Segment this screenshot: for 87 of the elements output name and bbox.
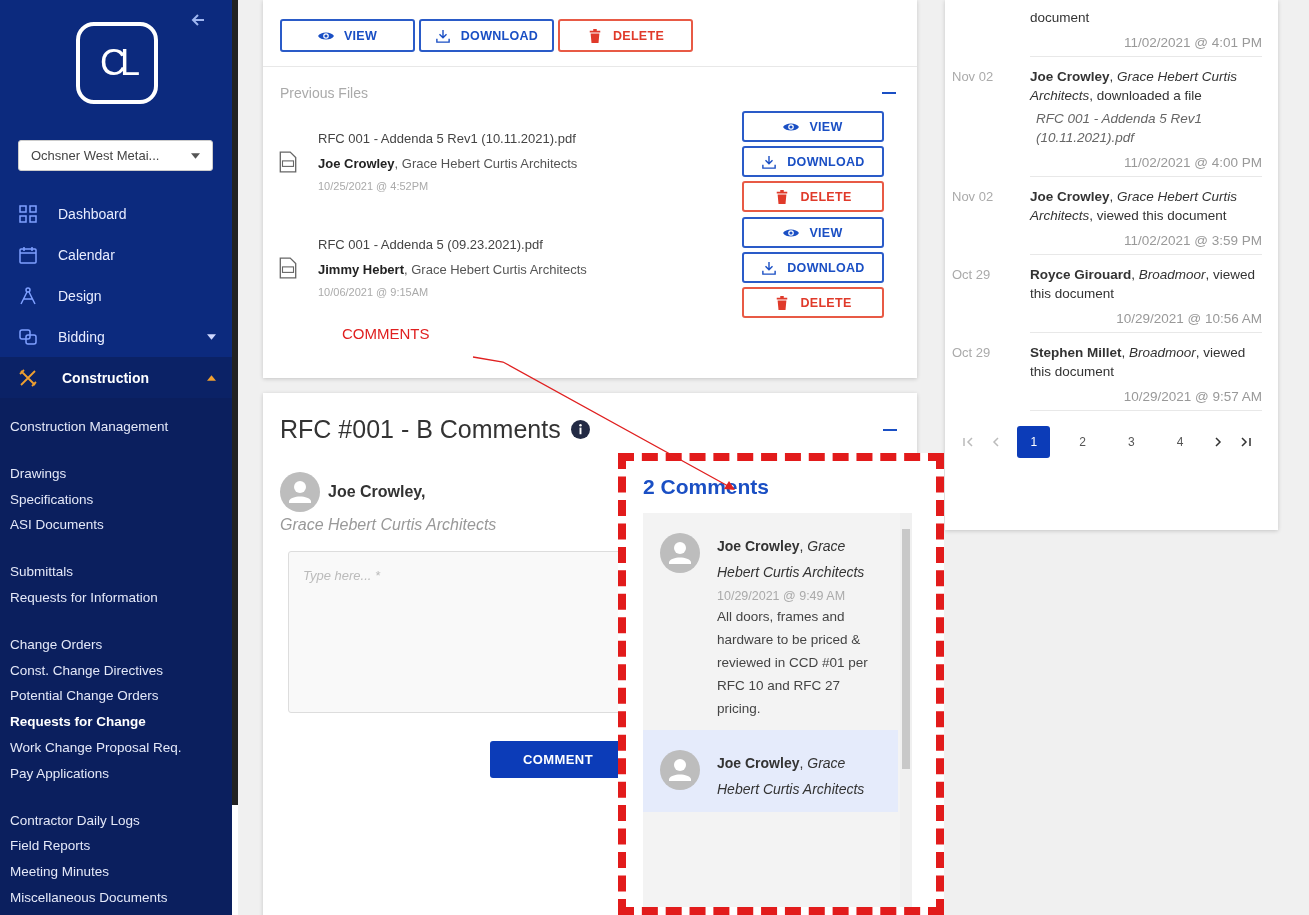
activity-date: Nov 02 [952, 189, 994, 204]
submenu-item[interactable]: Contractor Daily Logs [0, 807, 232, 834]
grid-icon [18, 203, 38, 224]
author-name: Jimmy Hebert [318, 262, 404, 277]
file-icon [278, 150, 298, 173]
delete-button[interactable]: DELETE [742, 181, 884, 212]
popup-heading: 2 Comments [643, 475, 771, 499]
submenu-item[interactable]: Field Reports [0, 833, 232, 860]
last-page-icon[interactable] [1239, 436, 1252, 448]
submenu-item[interactable]: Meeting Minutes [0, 859, 232, 885]
activity-time: 11/02/2021 @ 3:59 PM [1122, 233, 1262, 248]
activity-time: 11/02/2021 @ 4:00 PM [1122, 155, 1262, 170]
nav-item[interactable]: Calendar [0, 234, 232, 275]
download-icon [434, 28, 451, 43]
calendar-icon [18, 244, 38, 265]
page-button[interactable]: 3 [1114, 426, 1148, 458]
file-name: RFC 001 - Addenda 5 Rev1 (10.11.2021).pdf [318, 131, 577, 146]
activity-text: document [1030, 9, 1091, 27]
view-button[interactable]: VIEW [280, 19, 415, 52]
view-button[interactable]: VIEW [742, 111, 884, 142]
submenu-item[interactable]: Potential Change Orders [0, 683, 232, 710]
file-icon [278, 256, 298, 279]
download-button[interactable]: DOWNLOAD [419, 19, 554, 52]
submenu-item[interactable]: Const. Change Directives [0, 657, 232, 684]
submenu-item[interactable]: ASI Documents [0, 512, 232, 539]
nav-item[interactable]: Design [0, 275, 232, 316]
activity-text: Royce Girouard, Broadmoor, viewed this document [1030, 266, 1257, 303]
user-name: Joe Crowley, [328, 483, 426, 501]
submenu-item[interactable]: Pay Applications [0, 760, 232, 787]
submenu-item[interactable]: Specifications [0, 486, 232, 513]
file-name: RFC 001 - Addenda 5 Rev1 (10.11.2021).pdf [1036, 110, 1204, 147]
page-button[interactable]: 2 [1066, 426, 1100, 458]
scrollbar-thumb[interactable] [232, 805, 238, 915]
activity-time: 10/29/2021 @ 10:56 AM [1115, 311, 1262, 326]
download-button[interactable]: DOWNLOAD [742, 252, 884, 283]
submenu-item[interactable]: Drawings [0, 460, 232, 487]
submenu-item[interactable]: Miscellaneous Documents [0, 884, 232, 911]
comment-item[interactable]: Joe Crowley, Grace Hebert Curtis Architects [643, 730, 898, 812]
activity-time: 10/29/2021 @ 9:57 AM [1122, 389, 1262, 404]
logo: CL [76, 22, 158, 104]
submenu-item[interactable]: Change Orders [0, 631, 232, 658]
comment-time: 10/29/2021 @ 9:49 AM [717, 589, 847, 603]
activity-date: Oct 29 [952, 267, 991, 282]
submenu-item[interactable]: Requests for Change [0, 709, 232, 735]
collapse-icon[interactable] [882, 91, 896, 95]
download-icon [761, 154, 778, 169]
file-name: RFC 001 - Addenda 5 (09.23.2021).pdf [318, 237, 544, 252]
nav-item[interactable]: Bidding [0, 316, 232, 357]
submenu-item[interactable]: Work Change Proposal Req. [0, 734, 232, 761]
view-button[interactable]: VIEW [742, 217, 884, 248]
section-title: Previous Files [280, 85, 368, 101]
compass-icon [18, 285, 38, 306]
page-button[interactable]: 4 [1163, 426, 1197, 458]
file-date: 10/06/2021 @ 9:15AM [318, 286, 430, 298]
project-select[interactable]: Ochsner West Metai... [18, 140, 213, 171]
card-title: RFC #001 - B Comments [280, 415, 561, 444]
download-button[interactable]: DOWNLOAD [742, 146, 884, 177]
delete-button[interactable]: DELETE [558, 19, 693, 52]
avatar-icon [660, 750, 700, 790]
tools-icon [18, 367, 38, 388]
activity-date: Nov 02 [952, 69, 994, 84]
submenu-item[interactable]: Construction Management [0, 414, 232, 440]
activity-date: Oct 29 [952, 345, 991, 360]
user-company: Grace Hebert Curtis Architects [280, 516, 498, 534]
submenu-item[interactable]: Requests for Information [0, 585, 232, 611]
company-name: , Grace Hebert Curtis Architects [394, 156, 578, 171]
page-button[interactable]: 1 [1017, 426, 1051, 458]
author-name: Joe Crowley [318, 156, 395, 171]
chat-icon [18, 326, 38, 347]
nav-item[interactable]: Construction [0, 357, 232, 398]
comment-author: Joe Crowley, Grace Hebert Curtis Architects [717, 754, 866, 799]
submenu-item[interactable]: Submittals [0, 559, 232, 585]
delete-button[interactable]: DELETE [742, 287, 884, 318]
nav-item[interactable]: Dashboard [0, 193, 232, 234]
caret-icon [191, 152, 200, 159]
back-arrow-icon[interactable] [190, 12, 206, 28]
avatar-icon [280, 472, 320, 512]
activity-text: Stephen Millet, Broadmoor, viewed this document [1030, 344, 1247, 381]
activity-text: Joe Crowley, Grace Hebert Curtis Architects, viewed this document [1030, 188, 1239, 225]
activity-time: 11/02/2021 @ 4:01 PM [1122, 35, 1262, 50]
avatar-icon [660, 533, 700, 573]
info-icon[interactable] [570, 420, 590, 439]
annotation-label: COMMENTS [342, 325, 430, 342]
company-name: , Grace Hebert Curtis Architects [404, 262, 587, 277]
activity-text: Joe Crowley, Grace Hebert Curtis Architects, downloaded a file [1030, 68, 1239, 105]
file-date: 10/25/2021 @ 4:52PM [318, 180, 430, 192]
download-icon [761, 260, 778, 275]
